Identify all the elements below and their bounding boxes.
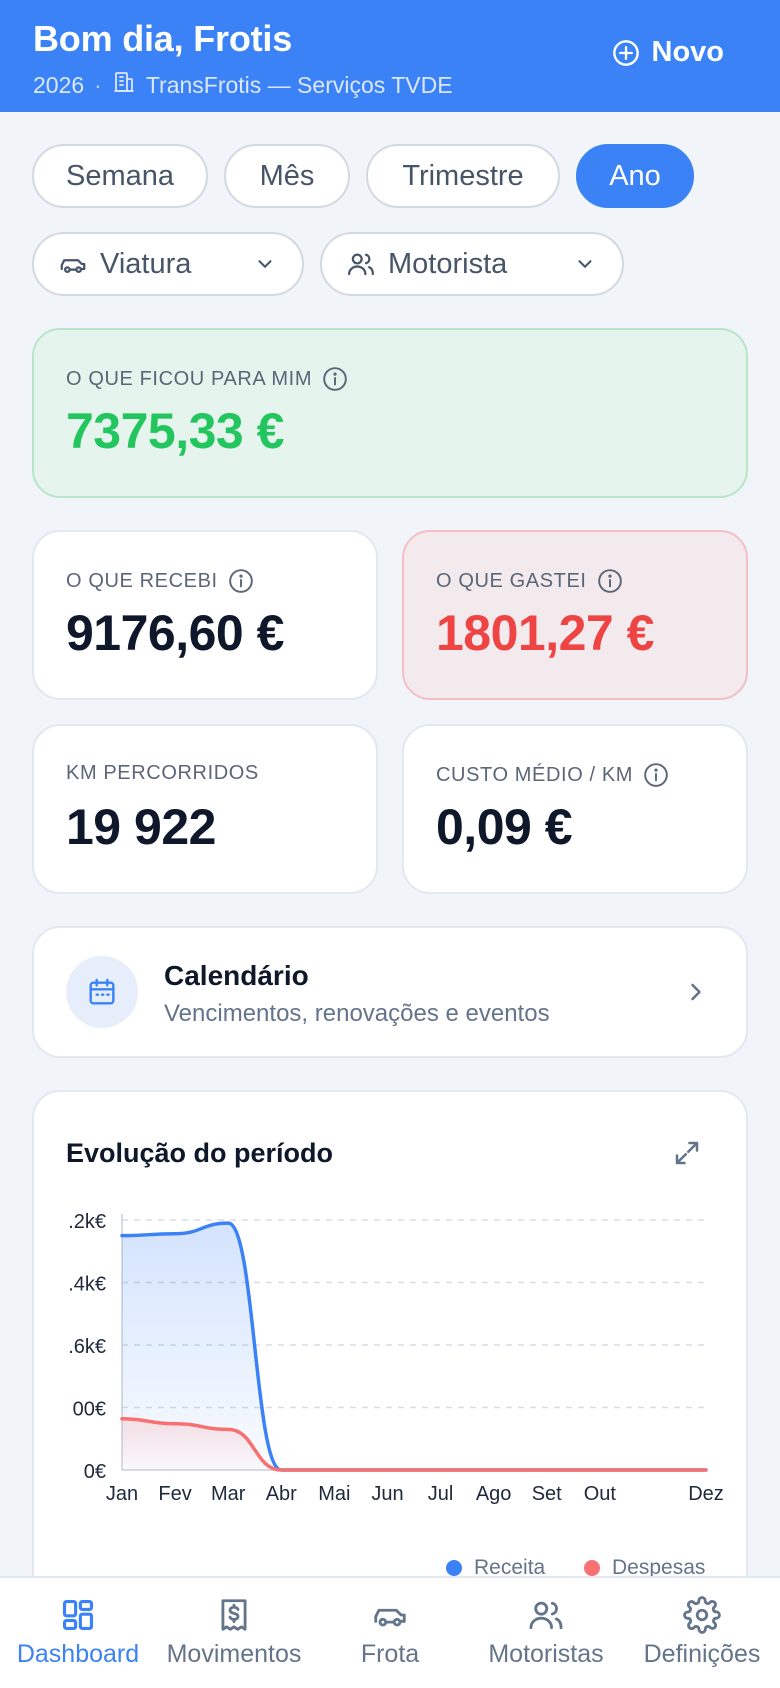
net-income-card: O QUE FICOU PARA MIM 7375,33 € bbox=[32, 328, 748, 498]
received-value: 9176,60 € bbox=[66, 605, 284, 661]
gear-icon bbox=[683, 1596, 721, 1634]
cost-per-km-label: CUSTO MÉDIO / KM bbox=[436, 763, 634, 786]
info-icon[interactable] bbox=[643, 762, 669, 788]
tab-movimentos-label: Movimentos bbox=[166, 1640, 302, 1668]
expand-icon[interactable] bbox=[672, 1138, 702, 1168]
tab-dashboard-label: Dashboard bbox=[16, 1640, 140, 1668]
info-icon[interactable] bbox=[322, 366, 348, 392]
chevron-right-icon bbox=[691, 983, 701, 1001]
tab-motoristas-label: Motoristas bbox=[488, 1640, 604, 1668]
car-icon bbox=[60, 259, 86, 273]
separator: · bbox=[94, 71, 102, 98]
users-icon bbox=[529, 1601, 563, 1630]
building-icon bbox=[112, 70, 136, 100]
calendar-icon bbox=[89, 978, 115, 1005]
app-header: Bom dia, Frotis 2026 · TransFrotis — Ser… bbox=[0, 0, 780, 112]
vehicle-filter-label: Viatura bbox=[100, 247, 192, 280]
km-label-row: KM PERCORRIDOS bbox=[66, 762, 259, 785]
year-label[interactable]: 2026 bbox=[33, 72, 84, 99]
cost-per-km-card: CUSTO MÉDIO / KM 0,09 € bbox=[402, 724, 748, 894]
received-card: O QUE RECEBI 9176,60 € bbox=[32, 530, 378, 700]
new-button[interactable]: Novo bbox=[612, 36, 725, 69]
km-card: KM PERCORRIDOS 19 922 bbox=[32, 724, 378, 894]
calendar-subtitle: Vencimentos, renovações e eventos bbox=[164, 1000, 550, 1027]
vehicle-filter-select[interactable]: Viatura bbox=[32, 232, 304, 296]
period-month-button[interactable]: Mês bbox=[224, 144, 350, 208]
period-year-button[interactable]: Ano bbox=[576, 144, 694, 208]
period-quarter-button[interactable]: Trimestre bbox=[366, 144, 560, 208]
net-income-label-row: O QUE FICOU PARA MIM bbox=[66, 366, 348, 392]
new-button-label: Novo bbox=[651, 36, 725, 68]
spent-label-row: O QUE GASTEI bbox=[436, 568, 623, 594]
cost-per-km-label-row: CUSTO MÉDIO / KM bbox=[436, 762, 669, 788]
net-income-value: 7375,33 € bbox=[66, 403, 284, 459]
received-label-row: O QUE RECEBI bbox=[66, 568, 254, 594]
driver-filter-select[interactable]: Motorista bbox=[320, 232, 624, 296]
driver-filter-label: Motorista bbox=[388, 247, 508, 280]
plus-circle-icon bbox=[612, 39, 639, 66]
tab-definicoes[interactable]: Definições bbox=[624, 1578, 780, 1688]
chevron-down-icon bbox=[578, 260, 592, 268]
tab-dashboard[interactable]: Dashboard bbox=[0, 1578, 156, 1688]
header-subtitle: 2026 · TransFrotis — Serviços TVDE bbox=[33, 70, 453, 100]
km-value: 19 922 bbox=[66, 799, 216, 855]
car-icon bbox=[374, 1608, 406, 1627]
period-week-button[interactable]: Semana bbox=[32, 144, 208, 208]
tab-frota-label: Frota bbox=[360, 1640, 420, 1668]
tab-frota[interactable]: Frota bbox=[312, 1578, 468, 1688]
receipt-icon bbox=[221, 1599, 247, 1631]
spent-value: 1801,27 € bbox=[436, 605, 654, 661]
calendar-link-card[interactable]: Calendário Vencimentos, renovações e eve… bbox=[32, 926, 748, 1058]
calendar-title: Calendário bbox=[164, 960, 309, 991]
greeting-title: Bom dia, Frotis bbox=[33, 18, 293, 59]
chart-title: Evolução do período bbox=[66, 1138, 334, 1168]
chevron-down-icon bbox=[258, 260, 272, 268]
info-icon[interactable] bbox=[597, 568, 623, 594]
bottom-tab-bar: Dashboard Movimentos Frota Motoristas De… bbox=[0, 1576, 780, 1688]
km-label: KM PERCORRIDOS bbox=[66, 762, 259, 784]
received-label: O QUE RECEBI bbox=[66, 569, 218, 592]
tab-movimentos[interactable]: Movimentos bbox=[156, 1578, 312, 1688]
company-name[interactable]: TransFrotis — Serviços TVDE bbox=[146, 72, 453, 99]
spent-label: O QUE GASTEI bbox=[436, 569, 587, 592]
evolution-chart-card: Evolução do período bbox=[32, 1090, 748, 1650]
net-income-label: O QUE FICOU PARA MIM bbox=[66, 367, 313, 390]
users-icon bbox=[348, 253, 374, 276]
info-icon[interactable] bbox=[228, 568, 254, 594]
tab-motoristas[interactable]: Motoristas bbox=[468, 1578, 624, 1688]
spent-card: O QUE GASTEI 1801,27 € bbox=[402, 530, 748, 700]
calendar-icon-badge bbox=[66, 956, 138, 1028]
dashboard-icon bbox=[62, 1599, 94, 1631]
tab-definicoes-label: Definições bbox=[643, 1640, 761, 1668]
cost-per-km-value: 0,09 € bbox=[436, 799, 573, 855]
